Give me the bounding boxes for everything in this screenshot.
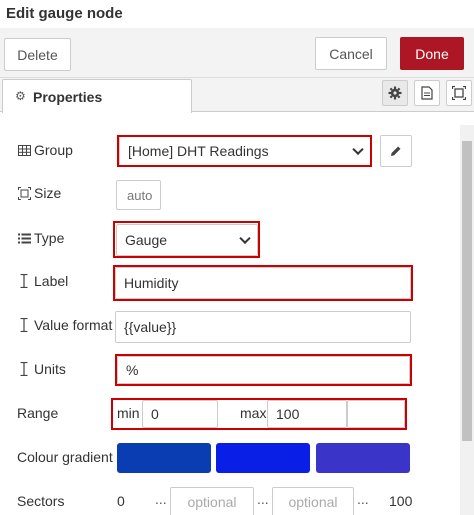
sectors-label: Sectors xyxy=(17,493,65,509)
group-row-label: Group xyxy=(17,142,73,158)
text-cursor-icon xyxy=(17,362,31,376)
value-format-input[interactable]: {{value}} xyxy=(115,311,411,343)
label-label: Label xyxy=(34,273,69,289)
group-label: Group xyxy=(34,142,73,158)
dialog-titlebar: Edit gauge node xyxy=(0,0,474,28)
gradient-color-1[interactable] xyxy=(117,443,211,473)
delete-button[interactable]: Delete xyxy=(4,38,71,71)
sectors-start-value: 0 xyxy=(117,493,125,509)
group-highlight xyxy=(117,135,372,167)
pencil-icon xyxy=(391,146,401,156)
size-button[interactable]: auto xyxy=(116,180,161,210)
units-row-label: Units xyxy=(17,361,66,377)
sectors-separator-1: ... xyxy=(155,491,167,507)
gear-icon xyxy=(388,86,402,100)
units-highlight xyxy=(115,354,412,386)
range-row-label: Range xyxy=(17,405,58,421)
resize-icon xyxy=(17,186,31,200)
colour-gradient-label: Colour gradient xyxy=(17,449,113,465)
tab-properties-label: Properties xyxy=(33,89,103,105)
sector-1-input[interactable]: optional xyxy=(170,487,254,515)
frame-icon xyxy=(452,86,466,100)
units-label: Units xyxy=(34,361,66,377)
type-label: Type xyxy=(34,230,65,246)
done-button[interactable]: Done xyxy=(400,37,464,70)
gear-icon: ⚙ xyxy=(15,89,26,103)
tab-bar: ⚙ Properties xyxy=(0,78,474,113)
table-icon xyxy=(17,144,31,156)
type-row-label: Type xyxy=(17,230,64,246)
label-highlight xyxy=(113,265,413,301)
range-highlight xyxy=(111,398,407,430)
sector-1-placeholder: optional xyxy=(187,494,237,510)
gradient-color-2[interactable] xyxy=(216,443,310,473)
list-icon xyxy=(17,233,31,244)
tab-properties[interactable]: ⚙ Properties xyxy=(2,79,192,113)
sectors-separator-2: ... xyxy=(257,491,269,507)
sectors-row-label: Sectors xyxy=(17,493,64,509)
sector-2-input[interactable]: optional xyxy=(272,487,354,515)
size-row-label: Size xyxy=(17,185,61,201)
value-format-label: Value format xyxy=(34,317,113,333)
description-tab-button[interactable] xyxy=(414,80,440,106)
label-row-label: Label xyxy=(17,273,68,289)
type-highlight xyxy=(113,221,260,258)
text-cursor-icon xyxy=(17,318,31,332)
sector-2-placeholder: optional xyxy=(288,494,338,510)
sectors-separator-3: ... xyxy=(357,491,369,507)
colour-gradient-row-label: Colour gradient xyxy=(17,449,113,465)
appearance-tab-button[interactable] xyxy=(446,80,472,106)
scrollbar-thumb[interactable] xyxy=(462,141,472,441)
settings-tab-button[interactable] xyxy=(382,80,408,106)
cancel-button[interactable]: Cancel xyxy=(315,37,387,70)
panel-scrollbar[interactable] xyxy=(460,125,474,515)
sectors-end-value: 100 xyxy=(389,493,413,509)
dialog-toolbar: Delete Cancel Done xyxy=(0,28,474,78)
range-label: Range xyxy=(17,405,59,421)
gradient-color-3[interactable] xyxy=(316,443,410,473)
edit-group-button[interactable] xyxy=(380,135,412,167)
value-format-row-label: Value format xyxy=(17,317,112,333)
size-label: Size xyxy=(34,185,62,201)
text-cursor-icon xyxy=(17,274,31,288)
document-icon xyxy=(421,86,433,100)
dialog-title: Edit gauge node xyxy=(6,5,123,22)
